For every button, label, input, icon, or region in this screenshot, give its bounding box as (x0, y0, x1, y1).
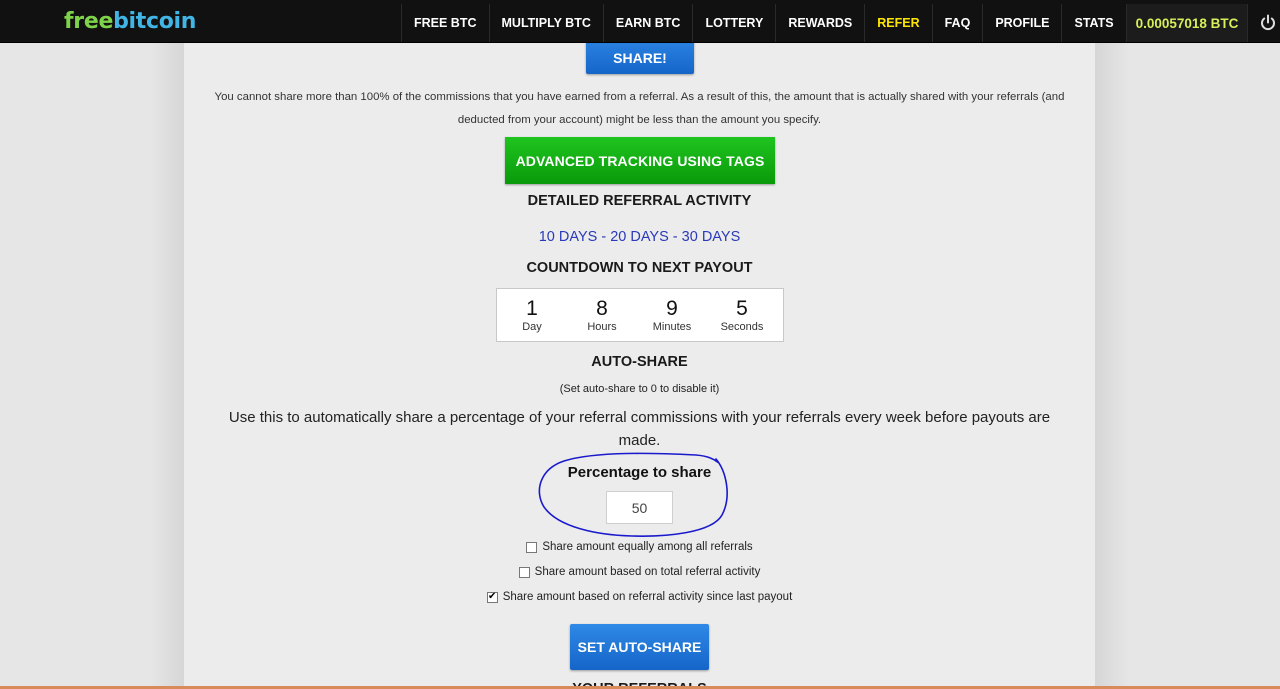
activity-range-links: 10 DAYS - 20 DAYS - 30 DAYS (184, 229, 1095, 245)
option-label: Share amount based on total referral act… (534, 566, 761, 578)
countdown-label: Seconds (720, 321, 764, 333)
countdown-label: Hours (587, 321, 617, 333)
countdown-value: 9 (666, 297, 678, 320)
logo-part-free: free (64, 9, 114, 34)
option-share-since-last-payout[interactable]: ✔ Share amount based on referral activit… (184, 591, 1095, 603)
balance-display: 0.00057018 BTC (1125, 4, 1248, 42)
right-shadow (1095, 43, 1129, 689)
countdown-hours: 8 Hours (567, 289, 637, 341)
option-share-equally[interactable]: Share amount equally among all referrals (184, 541, 1095, 553)
main-content: SHARE! You cannot share more than 100% o… (184, 33, 1095, 689)
autoshare-title: AUTO-SHARE (591, 354, 688, 370)
power-icon (1260, 14, 1275, 31)
option-share-total-activity[interactable]: Share amount based on total referral act… (184, 566, 1095, 578)
countdown-value: 1 (526, 297, 538, 320)
link-10-days[interactable]: 10 DAYS (539, 229, 598, 245)
advanced-tracking-button[interactable]: ADVANCED TRACKING USING TAGS (505, 137, 775, 184)
countdown-label: Minutes (652, 321, 692, 333)
logo-part-bitcoin: bitcoin (113, 9, 197, 34)
main-nav: FREE BTC MULTIPLY BTC EARN BTC LOTTERY R… (401, 4, 1280, 42)
nav-multiply-btc[interactable]: MULTIPLY BTC (488, 4, 603, 42)
link-separator: - (597, 229, 611, 245)
checkbox-checked[interactable]: ✔ (486, 591, 498, 603)
set-autoshare-button[interactable]: SET AUTO-SHARE (570, 624, 709, 670)
option-label: Share amount based on referral activity … (502, 591, 793, 603)
top-navbar: freebitcoin FREE BTC MULTIPLY BTC EARN B… (0, 0, 1280, 43)
nav-earn-btc[interactable]: EARN BTC (602, 4, 693, 42)
payout-countdown: 1 Day 8 Hours 9 Minutes 5 Seconds (496, 288, 784, 342)
countdown-minutes: 9 Minutes (637, 289, 707, 341)
nav-free-btc[interactable]: FREE BTC (401, 4, 489, 42)
countdown-days: 1 Day (497, 289, 567, 341)
checkbox[interactable] (518, 566, 530, 578)
option-label: Share amount equally among all referrals (542, 541, 753, 553)
countdown-value: 5 (736, 297, 748, 320)
nav-refer[interactable]: REFER (864, 4, 931, 42)
nav-rewards[interactable]: REWARDS (775, 4, 864, 42)
logout-button[interactable] (1247, 4, 1280, 42)
checkbox[interactable] (526, 541, 538, 553)
countdown-label: Day (522, 321, 542, 333)
countdown-seconds: 5 Seconds (707, 289, 777, 341)
share-notice: You cannot share more than 100% of the c… (214, 91, 1065, 126)
autoshare-note: (Set auto-share to 0 to disable it) (559, 383, 720, 395)
referral-activity-title: DETAILED REFERRAL ACTIVITY (527, 193, 752, 209)
nav-lottery[interactable]: LOTTERY (692, 4, 775, 42)
countdown-title: COUNTDOWN TO NEXT PAYOUT (526, 260, 753, 276)
nav-stats[interactable]: STATS (1061, 4, 1125, 42)
link-30-days[interactable]: 30 DAYS (682, 229, 741, 245)
hand-drawn-circle-annotation (538, 452, 728, 537)
countdown-value: 8 (596, 297, 608, 320)
nav-faq[interactable]: FAQ (931, 4, 983, 42)
nav-profile[interactable]: PROFILE (982, 4, 1061, 42)
link-20-days[interactable]: 20 DAYS (610, 229, 669, 245)
autoshare-description: Use this to automatically share a percen… (228, 409, 1051, 449)
site-logo[interactable]: freebitcoin (64, 9, 196, 34)
link-separator: - (668, 229, 682, 245)
left-shadow (150, 43, 184, 689)
